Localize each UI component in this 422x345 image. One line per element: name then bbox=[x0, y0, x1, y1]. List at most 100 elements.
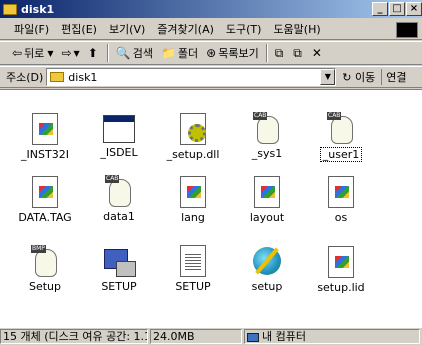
folder-icon bbox=[50, 72, 65, 82]
file-item[interactable]: Setup bbox=[8, 245, 82, 293]
file-name: setup bbox=[251, 280, 283, 293]
move-to-button[interactable]: ⧉ bbox=[271, 46, 290, 61]
maximize-button[interactable]: □ bbox=[389, 2, 405, 16]
copy-to-button[interactable]: ⧉ bbox=[289, 46, 308, 61]
back-button[interactable]: ⇦ 뒤로 ▼ bbox=[8, 45, 57, 61]
up-button[interactable]: ⬆ bbox=[84, 46, 104, 60]
dll-icon bbox=[180, 113, 206, 145]
file-name: data1 bbox=[103, 210, 135, 223]
go-arrow-icon: ↻ bbox=[342, 71, 352, 84]
chevron-down-icon[interactable]: ▼ bbox=[320, 69, 336, 85]
folders-icon: 📁 bbox=[160, 46, 176, 60]
windows-logo-icon bbox=[396, 22, 418, 38]
title-bar[interactable]: disk1 _ □ × bbox=[0, 0, 422, 18]
setup-icon bbox=[102, 245, 136, 277]
menu-view[interactable]: 보기(V) bbox=[103, 21, 151, 37]
status-zone: 내 컴퓨터 bbox=[244, 329, 420, 344]
back-arrow-icon: ⇦ bbox=[12, 46, 23, 60]
exe-icon bbox=[254, 176, 280, 208]
file-name: Setup bbox=[28, 280, 62, 293]
file-name: lang bbox=[181, 211, 205, 224]
forward-arrow-icon: ⇨ bbox=[61, 46, 72, 60]
file-item[interactable]: layout bbox=[230, 175, 304, 224]
close-button[interactable]: × bbox=[406, 2, 422, 16]
file-item[interactable]: _sys1 bbox=[230, 112, 304, 160]
window-icon bbox=[103, 115, 135, 143]
status-zone-label: 내 컴퓨터 bbox=[262, 330, 306, 343]
file-name: _user1 bbox=[319, 147, 363, 162]
toolbar: ⇦ 뒤로 ▼ ⇨ ▼ ⬆ 🔍 검색 📁 폴더 ⊛ 목록보기 ⧉ ⧉ ✕ bbox=[0, 41, 422, 65]
folders-button[interactable]: 📁 폴더 bbox=[157, 45, 202, 61]
exe-icon bbox=[328, 176, 354, 208]
file-name: _ISDEL bbox=[100, 146, 138, 159]
cab-icon bbox=[327, 112, 355, 144]
back-label: 뒤로 bbox=[24, 47, 45, 60]
delete-button[interactable]: ✕ bbox=[308, 46, 328, 60]
history-button[interactable]: ⊛ 목록보기 bbox=[202, 45, 263, 61]
search-label: 검색 bbox=[132, 47, 153, 60]
search-icon: 🔍 bbox=[115, 46, 131, 60]
file-name: os bbox=[334, 211, 348, 224]
chevron-down-icon[interactable]: ▼ bbox=[74, 49, 80, 58]
history-label: 목록보기 bbox=[218, 47, 259, 60]
toolbar-separator bbox=[265, 44, 268, 62]
bmp-icon bbox=[31, 245, 59, 277]
file-item[interactable]: os bbox=[304, 175, 378, 224]
exe-icon bbox=[328, 246, 354, 278]
menu-tools[interactable]: 도구(T) bbox=[220, 21, 268, 37]
delete-icon: ✕ bbox=[311, 46, 322, 60]
menu-bar: 파일(F) 편집(E) 보기(V) 즐겨찾기(A) 도구(T) 도움말(H) bbox=[0, 19, 422, 40]
go-label: 이동 bbox=[355, 71, 376, 84]
file-list[interactable]: _INST32I _ISDEL _setup.dll _sys1 _user1 … bbox=[0, 89, 422, 328]
file-item[interactable]: SETUP bbox=[156, 245, 230, 293]
copy-to-icon: ⧉ bbox=[293, 45, 302, 60]
address-label: 주소(D) bbox=[6, 71, 44, 84]
file-item[interactable]: SETUP bbox=[82, 245, 156, 293]
status-object-count: 15 개체 (디스크 여유 공간: 1.1 bbox=[0, 329, 148, 344]
status-bar: 15 개체 (디스크 여유 공간: 1.1 24.0MB 내 컴퓨터 bbox=[0, 328, 422, 345]
minimize-button[interactable]: _ bbox=[372, 2, 388, 16]
file-item[interactable]: _setup.dll bbox=[156, 112, 230, 161]
links-button[interactable]: 연결 bbox=[381, 69, 407, 85]
menu-file[interactable]: 파일(F) bbox=[8, 21, 55, 37]
status-size: 24.0MB bbox=[150, 329, 242, 344]
file-name: setup.lid bbox=[317, 281, 365, 294]
file-item[interactable]: _INST32I bbox=[8, 112, 82, 161]
file-item[interactable]: setup.lid bbox=[304, 245, 378, 294]
file-name: DATA.TAG bbox=[18, 211, 72, 224]
ini-icon bbox=[180, 245, 206, 277]
exe-icon bbox=[32, 113, 58, 145]
search-button[interactable]: 🔍 검색 bbox=[112, 45, 157, 61]
file-name: SETUP bbox=[175, 280, 211, 293]
menu-help[interactable]: 도움말(H) bbox=[267, 21, 326, 37]
go-button[interactable]: ↻ 이동 bbox=[342, 69, 375, 85]
forward-button[interactable]: ⇨ ▼ bbox=[57, 46, 83, 60]
toolbar-separator bbox=[106, 44, 109, 62]
file-item[interactable]: DATA.TAG bbox=[8, 175, 82, 224]
chevron-down-icon[interactable]: ▼ bbox=[47, 49, 53, 58]
cab-icon bbox=[253, 112, 281, 144]
file-item[interactable]: data1 bbox=[82, 175, 156, 223]
file-name: _setup.dll bbox=[166, 148, 220, 161]
file-name: _sys1 bbox=[251, 147, 283, 160]
menu-favorites[interactable]: 즐겨찾기(A) bbox=[151, 21, 220, 37]
folders-label: 폴더 bbox=[177, 47, 199, 60]
file-name: SETUP bbox=[101, 280, 137, 293]
computer-icon bbox=[247, 332, 259, 342]
globe-icon bbox=[251, 245, 283, 277]
file-name: layout bbox=[249, 211, 285, 224]
folder-icon bbox=[3, 3, 17, 15]
file-item[interactable]: lang bbox=[156, 175, 230, 224]
file-item[interactable]: _ISDEL bbox=[82, 112, 156, 159]
menu-edit[interactable]: 편집(E) bbox=[55, 21, 103, 37]
up-folder-icon: ⬆ bbox=[87, 46, 98, 60]
exe-icon bbox=[180, 176, 206, 208]
file-item-selected[interactable]: _user1 bbox=[304, 112, 378, 162]
address-value: disk1 bbox=[68, 70, 98, 84]
address-bar: 주소(D) disk1 ▼ ↻ 이동 연결 bbox=[0, 66, 422, 88]
move-to-icon: ⧉ bbox=[274, 45, 284, 60]
address-input[interactable]: disk1 ▼ bbox=[46, 68, 337, 86]
file-name: _INST32I bbox=[21, 148, 69, 161]
window-title: disk1 bbox=[21, 2, 55, 16]
file-item[interactable]: setup bbox=[230, 245, 304, 293]
